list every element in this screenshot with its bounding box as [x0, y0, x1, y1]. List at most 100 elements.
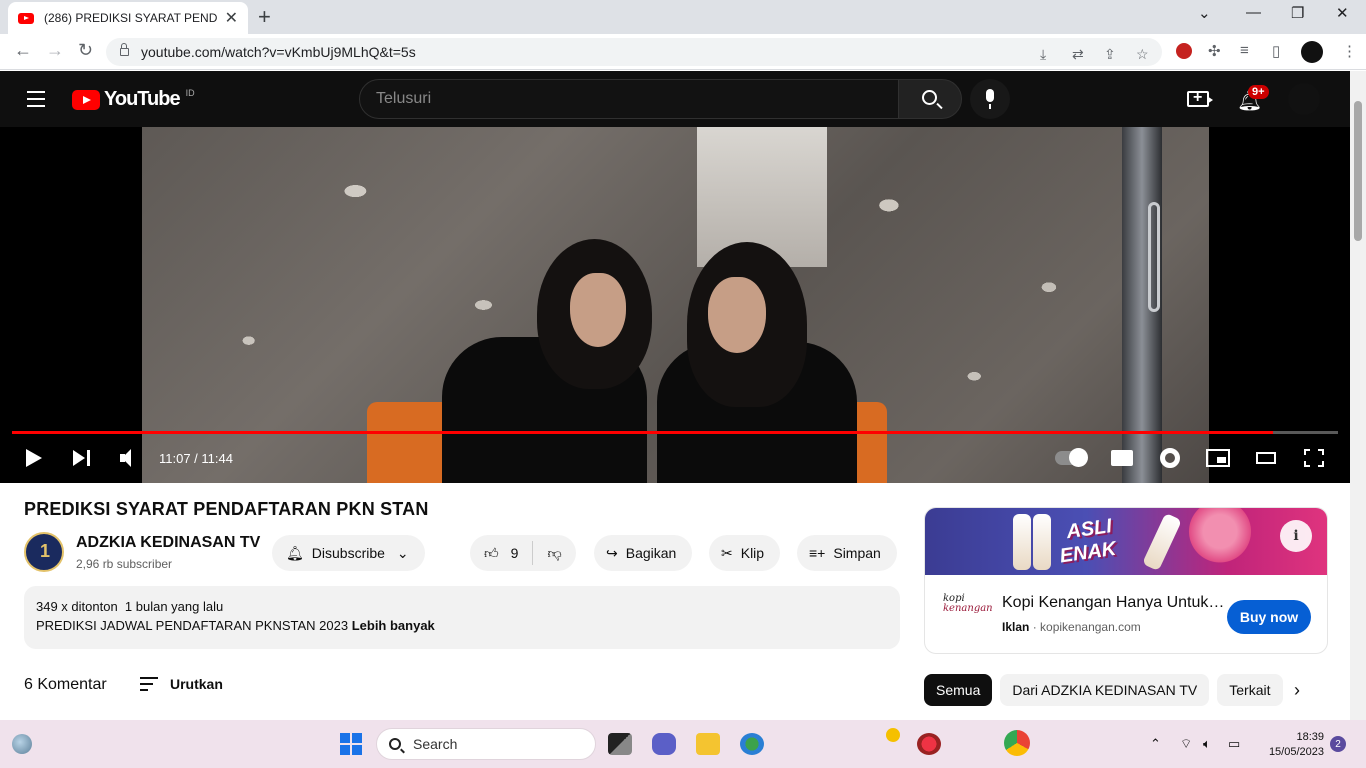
- like-button[interactable]: 👍︎ 9: [484, 545, 518, 562]
- create-video-icon[interactable]: [1187, 89, 1213, 107]
- youtube-logo[interactable]: YouTube ID: [72, 88, 195, 111]
- video-player[interactable]: 11:07 / 11:44: [0, 127, 1350, 483]
- notification-count-badge[interactable]: 2: [1330, 736, 1346, 752]
- thumbs-down-icon[interactable]: 👎︎: [547, 545, 561, 562]
- chrome-taskbar-icon[interactable]: [1004, 730, 1030, 756]
- minimize-icon[interactable]: —: [1246, 4, 1261, 21]
- file-explorer-icon[interactable]: [696, 733, 720, 755]
- description-box[interactable]: 349 x ditonton 1 bulan yang lalu PREDIKS…: [24, 586, 900, 649]
- chevron-right-icon[interactable]: ›: [1294, 680, 1300, 701]
- back-icon[interactable]: ←: [14, 40, 32, 61]
- taskbar-search-icon: [389, 738, 401, 750]
- browser-toolbar: ← → ↻ youtube.com/watch?v=vKmbUj9MLhQ&t=…: [0, 34, 1366, 70]
- ad-banner-image[interactable]: ASLI ENAK i: [925, 508, 1327, 575]
- sort-icon: [140, 677, 158, 695]
- profile-avatar[interactable]: [1301, 41, 1323, 63]
- windows-start-icon[interactable]: [340, 733, 362, 755]
- maximize-icon[interactable]: ❐: [1291, 4, 1304, 22]
- translate-icon[interactable]: ⇄: [1072, 46, 1084, 63]
- youtube-wordmark: YouTube: [104, 88, 181, 110]
- extension-icon[interactable]: [1176, 43, 1192, 59]
- ad-info-icon[interactable]: i: [1280, 520, 1312, 552]
- browser-tab[interactable]: (286) PREDIKSI SYARAT PENDAFTARAN PKN ST…: [8, 2, 248, 34]
- ad-card[interactable]: ASLI ENAK i kopi kenangan Kopi Kenangan …: [924, 507, 1328, 654]
- media-control-icon[interactable]: ≡: [1240, 42, 1249, 59]
- forward-icon[interactable]: →: [46, 40, 64, 61]
- wifi-icon[interactable]: ⌔: [1180, 736, 1192, 752]
- clip-label: Klip: [740, 545, 765, 561]
- close-window-icon[interactable]: ✕: [1336, 4, 1349, 22]
- chrome-menu-icon[interactable]: ⋮: [1342, 42, 1357, 60]
- taskbar-clock[interactable]: 18:39 15/05/2023: [1258, 730, 1324, 760]
- description-text: PREDIKSI JADWAL PENDAFTARAN PKNSTAN 2023: [36, 618, 349, 633]
- status-dot-icon: [886, 728, 900, 742]
- microphone-icon: [986, 89, 994, 109]
- buy-now-button[interactable]: Buy now: [1227, 600, 1311, 634]
- page-scrollbar[interactable]: [1350, 71, 1366, 720]
- clock-time: 18:39: [1296, 731, 1324, 743]
- save-label: Simpan: [833, 545, 881, 561]
- chip-from-channel[interactable]: Dari ADZKIA KEDINASAN TV: [1000, 674, 1210, 706]
- clock-date: 15/05/2023: [1268, 746, 1324, 758]
- miniplayer-icon[interactable]: [1206, 449, 1230, 467]
- app-icon[interactable]: [917, 733, 941, 755]
- sort-comments-button[interactable]: Urutkan: [140, 673, 223, 695]
- save-button[interactable]: ≡+ Simpan: [797, 535, 897, 571]
- edge-browser-icon[interactable]: [740, 733, 764, 755]
- theater-mode-icon[interactable]: [1256, 452, 1276, 464]
- show-more-link[interactable]: Lebih banyak: [352, 618, 435, 633]
- volume-icon[interactable]: [120, 449, 140, 467]
- search-input[interactable]: [376, 90, 898, 108]
- subtitles-icon[interactable]: [1111, 450, 1133, 466]
- settings-gear-icon[interactable]: [1160, 448, 1180, 468]
- lock-icon[interactable]: [120, 43, 129, 56]
- share-icon[interactable]: ⇪: [1104, 46, 1116, 63]
- windows-taskbar: [0, 720, 1366, 768]
- autoplay-toggle[interactable]: [1055, 448, 1088, 467]
- play-icon[interactable]: [26, 449, 42, 467]
- next-video-icon[interactable]: [73, 450, 91, 466]
- task-view-icon[interactable]: [608, 733, 632, 755]
- tab-close-icon[interactable]: ✕: [225, 8, 238, 28]
- address-bar[interactable]: youtube.com/watch?v=vKmbUj9MLhQ&t=5s ⤓ ⇄…: [106, 38, 1162, 66]
- tab-search-chevron-icon[interactable]: ⌄: [1198, 4, 1211, 22]
- channel-name[interactable]: ADZKIA KEDINASAN TV: [76, 534, 260, 552]
- side-panel-icon[interactable]: ▯: [1272, 42, 1280, 60]
- chat-icon[interactable]: [652, 733, 676, 755]
- chip-related[interactable]: Terkait: [1217, 674, 1283, 706]
- taskbar-search[interactable]: Search: [376, 728, 596, 760]
- url-text[interactable]: youtube.com/watch?v=vKmbUj9MLhQ&t=5s: [141, 44, 416, 60]
- search-icon: [922, 90, 937, 105]
- ad-banner-headline: ASLI ENAK: [1058, 515, 1118, 568]
- account-avatar[interactable]: [1288, 83, 1320, 115]
- install-icon[interactable]: ⤓: [1040, 46, 1046, 63]
- video-frame[interactable]: [142, 127, 1209, 483]
- taskbar-search-label: Search: [413, 736, 458, 752]
- channel-avatar[interactable]: [24, 532, 64, 572]
- tab-title: (286) PREDIKSI SYARAT PENDAFTARAN PKN ST…: [44, 11, 217, 25]
- subscribed-button[interactable]: 🔔︎ Disubscribe ⌄: [272, 535, 425, 571]
- new-tab-icon[interactable]: +: [258, 4, 271, 30]
- playlist-add-icon: ≡+: [809, 545, 826, 561]
- search-button[interactable]: [898, 79, 962, 119]
- voice-search-button[interactable]: [970, 79, 1010, 119]
- clip-button[interactable]: ✂ Klip: [709, 535, 781, 571]
- ad-title[interactable]: Kopi Kenangan Hanya Untuk…: [1002, 594, 1224, 612]
- scrollbar-thumb[interactable]: [1354, 101, 1362, 241]
- battery-icon[interactable]: ▭: [1228, 736, 1240, 752]
- bookmark-star-icon[interactable]: ☆: [1136, 46, 1149, 63]
- tray-chevron-icon[interactable]: ⌃: [1150, 736, 1161, 752]
- progress-bar[interactable]: [12, 431, 1338, 434]
- guide-menu-icon[interactable]: [27, 91, 45, 112]
- progress-played: [12, 431, 1274, 434]
- fullscreen-icon[interactable]: [1304, 449, 1324, 467]
- share-button[interactable]: ↪ Bagikan: [594, 535, 693, 571]
- search-box[interactable]: [359, 79, 899, 119]
- chevron-down-icon: ⌄: [396, 544, 409, 561]
- youtube-masthead: YouTube ID 🔔︎: [0, 71, 1350, 127]
- speaker-icon[interactable]: 🔈︎: [1203, 736, 1211, 752]
- chip-all[interactable]: Semua: [924, 674, 993, 706]
- puzzle-extensions-icon[interactable]: ✣: [1208, 42, 1221, 60]
- weather-icon[interactable]: [12, 734, 32, 754]
- reload-icon[interactable]: ↻: [78, 40, 93, 61]
